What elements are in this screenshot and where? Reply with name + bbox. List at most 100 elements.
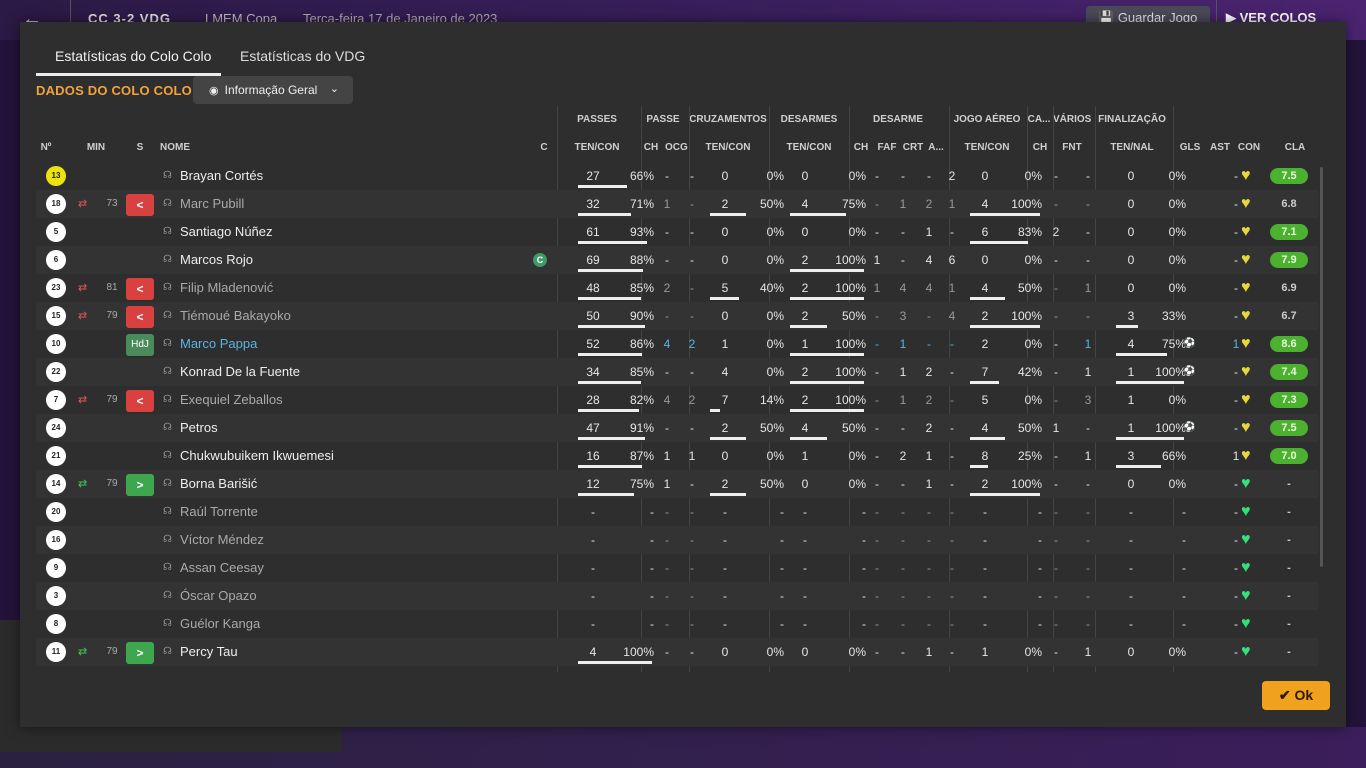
player-name[interactable]: Percy Tau [180,638,238,666]
table-row[interactable]: 16 ☊ Víctor Méndez - - - - - - - - - - - - - - - - - - - ♥ - [36,526,1318,554]
player-name[interactable]: Konrad De la Fuente [180,358,300,386]
passes-completion-bar [578,269,643,272]
player-name[interactable]: Santiago Núñez [180,218,273,246]
column-header-min[interactable]: MIN [84,142,108,153]
column-header-s[interactable]: S [126,142,154,153]
column-header-con[interactable]: CON [1235,142,1263,153]
column-header-c[interactable]: C [534,142,554,153]
column-header-d_crt[interactable]: CRT [901,142,925,153]
stat-ds-pct: 0% [848,449,866,463]
shirt-number-icon: 10 [46,334,66,354]
stat-pocg: - [690,169,694,183]
eye-icon: ◉ [209,85,219,97]
column-header-d_a[interactable]: A... [927,142,945,153]
table-row[interactable]: 10 HdJ ☊ Marco Pappa 52 86% 4 2 1 0% 1 100% -1- -2 0% -… [36,330,1318,358]
passes-completion-bar [578,465,642,468]
column-header-cruz[interactable]: TEN/CON [689,142,767,153]
column-header-cla[interactable]: CLA [1273,142,1317,153]
stat-ae-pct: 0% [1024,393,1042,407]
table-row[interactable]: 22 ☊ Konrad De la Fuente 34 85% - -4 0% 2 100% -1 2… [36,358,1318,386]
column-header-passes[interactable]: TEN/CON [557,142,637,153]
column-header-ca_ch[interactable]: CH [1029,142,1051,153]
stat-pch: 1 [663,449,671,463]
column-header-ast[interactable]: AST [1207,142,1233,153]
shirt-number-icon: 3 [46,586,66,606]
stat-fi-pct: - [1182,589,1186,603]
column-header-final[interactable]: TEN/NAL [1095,142,1169,153]
stat-cach: 2 [1052,225,1060,239]
table-row[interactable]: 18 ⇄ 73 < ☊ Marc Pubill 32 71% 1-2 50% 4 75% -1 2 1 4 10… [36,190,1318,218]
table-row[interactable]: 14 ⇄ 79 > ☊ Borna Barišić 12 75% 1-2 50% 0 0% - -1-2 1… [36,470,1318,498]
stat-crt: - [927,589,931,603]
stat-cr-pct: - [780,505,784,519]
table-row[interactable]: 6 ☊ Marcos Rojo C 69 88% - -0 0% 2 100% 1-4 6 0 0% - -0 0… [36,246,1318,274]
player-name[interactable]: Exequiel Zeballos [180,386,283,414]
stat-cr-pct: 0% [766,225,784,239]
table-row[interactable]: 21 ☊ Chukwubuikem Ikwuemesi 16 87% 1 1 0 0% 1 0% -2… [36,442,1318,470]
column-header-desarmes[interactable]: TEN/CON [769,142,849,153]
player-name[interactable]: Marco Pappa [180,330,257,358]
column-header-d_ch[interactable]: CH [851,142,871,153]
scrollbar[interactable] [1320,167,1323,567]
column-header-aereo[interactable]: TEN/CON [949,142,1025,153]
player-name[interactable]: Chukwubuikem Ikwuemesi [180,442,334,470]
headset-icon: ☊ [163,450,172,461]
player-name[interactable]: Brayan Cortés [180,162,263,190]
column-header-fnt[interactable]: FNT [1057,142,1087,153]
table-row[interactable]: 11 ⇄ 79 > ☊ Percy Tau 4 100% - -0 0% 0 0% - -1-1 0% -1 0 0… [36,638,1318,666]
table-row[interactable]: 3 ☊ Óscar Opazo - - - - - - - - - - - - - - - - - - - ♥ - [36,582,1318,610]
table-row[interactable]: 8 ☊ Guélor Kanga - - - - - - - - - - - - - - - - - - - ♥ - [36,610,1318,638]
table-row[interactable]: 9 ☊ Assan Ceesay - - - - - - - - - - - - - - - - - - - ♥ - [36,554,1318,582]
stat-fnt: 1 [1084,645,1092,659]
player-name[interactable]: Filip Mladenović [180,274,273,302]
column-header-d_faf[interactable]: FAF [875,142,899,153]
stat-cr-attempts: 0 [721,253,729,267]
table-row[interactable]: 5 ☊ Santiago Núñez 61 93% - -0 0% 0 0% - -1-6 83% 2-0… [36,218,1318,246]
table-row[interactable]: 20 ☊ Raúl Torrente - - - - - - - - - - - - - - - - - - - ♥ - [36,498,1318,526]
player-name[interactable]: Tiémoué Bakayoko [180,302,291,330]
morale-heart-icon: ♥ [1241,419,1251,436]
stat-pocg: - [690,589,694,603]
player-name[interactable]: Guélor Kanga [180,610,260,638]
tackles-completion-bar [790,381,864,384]
table-row[interactable]: 15 ⇄ 79 < ☊ Tiémoué Bakayoko 50 90% - -0 0% 2 50% -3-… [36,302,1318,330]
player-name[interactable]: Marc Pubill [180,190,244,218]
table-row[interactable]: 7 ⇄ 79 < ☊ Exequiel Zeballos 28 82% 4 2 7 14% 2 100% -… [36,386,1318,414]
stat-fnt: - [1086,617,1090,631]
player-rating: 7.3 [1270,392,1308,408]
shirt-number-icon: 24 [46,418,66,438]
player-name[interactable]: Víctor Méndez [180,526,264,554]
stat-pch: 4 [663,393,671,407]
player-name[interactable]: Borna Barišić [180,470,257,498]
chevron-right-icon: > [136,478,144,492]
tab-vdg[interactable]: Estatísticas do VDG [240,48,365,64]
column-header-num[interactable]: Nº [31,142,61,153]
stat-da: 4 [948,309,956,323]
shirt-number-icon: 7 [46,390,66,410]
player-name[interactable]: Raúl Torrente [180,498,258,526]
stat-da: - [950,505,954,519]
aerial-completion-bar [970,325,1040,328]
player-name[interactable]: Marcos Rojo [180,246,253,274]
player-name[interactable]: Assan Ceesay [180,554,264,582]
aerial-completion-bar [970,241,1028,244]
shots-completion-bar [1116,437,1184,440]
ok-button[interactable]: ✔ Ok [1262,681,1330,710]
table-row[interactable]: 13 ☊ Brayan Cortés 27 66% - -0 0% 0 0% - - -2 0 0% - -0 0… [36,162,1318,190]
player-rating: 6.7 [1281,310,1297,322]
stat-dch: - [875,421,879,435]
view-dropdown[interactable]: ◉ Informação Geral ⌄ [193,76,353,104]
player-rating: - [1287,562,1291,574]
column-header-name[interactable]: NOME [160,142,220,153]
sub-off-badge: < [126,306,154,328]
stat-ds-attempts: 0 [801,477,809,491]
column-header-passe_ch[interactable]: CH [641,142,661,153]
column-header-gls[interactable]: GLS [1177,142,1203,153]
player-name[interactable]: Petros [180,414,218,442]
table-row[interactable]: 23 ⇄ 81 < ☊ Filip Mladenović 48 85% 2-5 40% 2 100% 1… [36,274,1318,302]
player-name[interactable]: Óscar Opazo [180,582,257,610]
tab-colo-colo[interactable]: Estatísticas do Colo Colo [36,48,221,76]
stat-ds-pct: 0% [848,169,866,183]
table-row[interactable]: 24 ☊ Petros 47 91% - -2 50% 4 50% - -2-4 50% 1-1 100% ⚽… [36,414,1318,442]
column-header-passe_ocg[interactable]: OCG [665,142,688,153]
